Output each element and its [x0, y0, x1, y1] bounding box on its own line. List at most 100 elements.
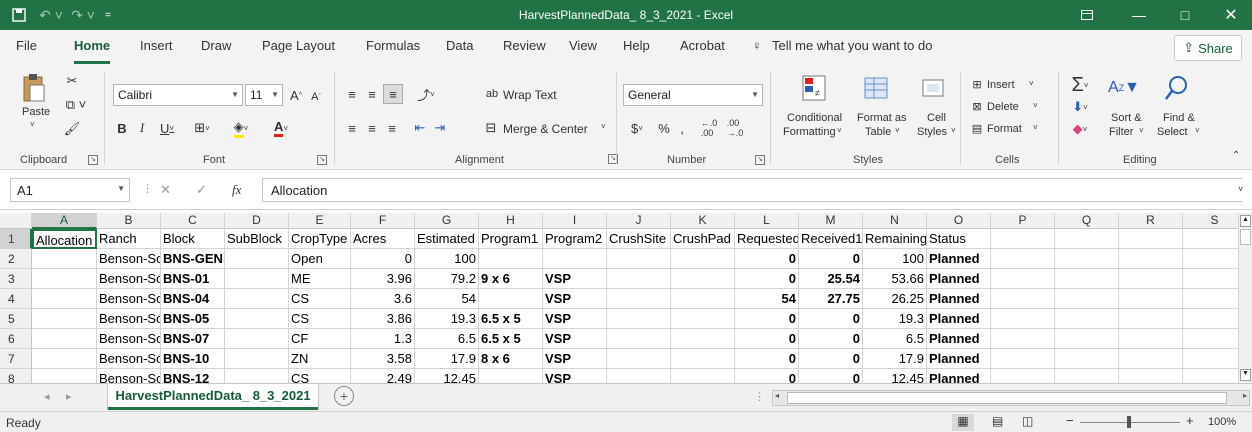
horizontal-scrollbar[interactable]: ◂ ▸ [772, 390, 1250, 406]
cell-m2[interactable]: 0 [799, 249, 863, 269]
cell-q6[interactable] [1055, 329, 1119, 349]
cell-k4[interactable] [671, 289, 735, 309]
cell-i3[interactable]: VSP [543, 269, 607, 289]
cell-h4[interactable] [479, 289, 543, 309]
row-header[interactable]: 1 [0, 229, 32, 249]
cell-q4[interactable] [1055, 289, 1119, 309]
cell-f7[interactable]: 3.58 [351, 349, 415, 369]
cell-n5[interactable]: 19.3 [863, 309, 927, 329]
cell-d7[interactable] [225, 349, 289, 369]
zoom-out-icon[interactable]: − [1066, 413, 1074, 428]
cell-n1[interactable]: Remaining [863, 229, 927, 249]
cell-b8[interactable]: Benson-Sonoma [97, 369, 161, 383]
cell-i8[interactable]: VSP [543, 369, 607, 383]
cell-g1[interactable]: Estimated [415, 229, 479, 249]
cell-j8[interactable] [607, 369, 671, 383]
merge-center-button[interactable]: Merge & Center [503, 122, 588, 136]
cell-b7[interactable]: Benson-Sonoma [97, 349, 161, 369]
cell-g4[interactable]: 54 [415, 289, 479, 309]
cell-i2[interactable] [543, 249, 607, 269]
paste-dropdown-icon[interactable]: ˅ [30, 120, 35, 129]
cell-a5[interactable] [32, 309, 97, 329]
vertical-scrollbar[interactable]: ▲ ▼ [1238, 213, 1252, 383]
undo-icon[interactable]: ↶ ˅ [36, 0, 66, 30]
cell-a6[interactable] [32, 329, 97, 349]
row-header[interactable]: 7 [0, 349, 32, 369]
column-header-i[interactable]: I [543, 213, 607, 229]
cell-f8[interactable]: 2.49 [351, 369, 415, 383]
cell-c5[interactable]: BNS-05 [161, 309, 225, 329]
cell-q7[interactable] [1055, 349, 1119, 369]
percent-icon[interactable]: % [655, 118, 673, 138]
cell-b3[interactable]: Benson-Sonoma [97, 269, 161, 289]
cell-r7[interactable] [1119, 349, 1183, 369]
scroll-thumb[interactable] [1240, 229, 1251, 245]
cell-p5[interactable] [991, 309, 1055, 329]
cell-s8[interactable] [1183, 369, 1238, 383]
cell-s7[interactable] [1183, 349, 1238, 369]
autosum-icon[interactable]: Σ ˅ [1065, 74, 1095, 96]
close-button[interactable]: ✕ [1208, 0, 1252, 30]
cell-r4[interactable] [1119, 289, 1183, 309]
page-break-view-icon[interactable]: ◫ [1022, 414, 1033, 428]
tab-acrobat[interactable]: Acrobat [680, 38, 725, 60]
tab-split-grip-icon[interactable]: ⋮ [754, 390, 765, 403]
redo-icon[interactable]: ↷ ˅ [68, 0, 98, 30]
cell-l1[interactable]: Requested [735, 229, 799, 249]
align-top-icon[interactable]: ≡ [343, 84, 361, 104]
tab-insert[interactable]: Insert [140, 38, 173, 60]
cell-p4[interactable] [991, 289, 1055, 309]
cell-s3[interactable] [1183, 269, 1238, 289]
merge-dropdown-icon[interactable]: ˅ [601, 122, 606, 131]
column-header-q[interactable]: Q [1055, 213, 1119, 229]
cell-e6[interactable]: CF [289, 329, 351, 349]
row-header[interactable]: 8 [0, 369, 32, 383]
cell-e2[interactable]: Open [289, 249, 351, 269]
cell-b4[interactable]: Benson-Sonoma [97, 289, 161, 309]
cell-h8[interactable] [479, 369, 543, 383]
cell-h6[interactable]: 6.5 x 5 [479, 329, 543, 349]
tab-draw[interactable]: Draw [201, 38, 231, 60]
delete-cells-button[interactable]: Delete [987, 101, 1019, 113]
copy-icon[interactable]: ⧉ ˅ [62, 96, 90, 114]
cell-d2[interactable] [225, 249, 289, 269]
column-header-g[interactable]: G [415, 213, 479, 229]
cell-s1[interactable] [1183, 229, 1238, 249]
tab-review[interactable]: Review [503, 38, 546, 60]
cell-e5[interactable]: CS [289, 309, 351, 329]
name-box[interactable]: A1 ▼ [10, 178, 130, 202]
cell-a2[interactable] [32, 249, 97, 269]
cell-p3[interactable] [991, 269, 1055, 289]
comma-icon[interactable]: , [675, 118, 689, 138]
share-button[interactable]: ⇪ Share [1174, 35, 1242, 61]
cell-m4[interactable]: 27.75 [799, 289, 863, 309]
cell-h5[interactable]: 6.5 x 5 [479, 309, 543, 329]
ribbon-display-icon[interactable] [1064, 0, 1110, 30]
cell-n2[interactable]: 100 [863, 249, 927, 269]
cell-a8[interactable] [32, 369, 97, 383]
cut-icon[interactable]: ✂ [62, 72, 82, 90]
cell-c2[interactable]: BNS-GEN [161, 249, 225, 269]
cell-r1[interactable] [1119, 229, 1183, 249]
cell-r5[interactable] [1119, 309, 1183, 329]
align-left-icon[interactable]: ≡ [343, 118, 361, 138]
cell-i5[interactable]: VSP [543, 309, 607, 329]
cell-n3[interactable]: 53.66 [863, 269, 927, 289]
number-launcher-icon[interactable]: ↘ [755, 155, 765, 165]
tab-help[interactable]: Help [623, 38, 650, 60]
cell-s4[interactable] [1183, 289, 1238, 309]
cell-g6[interactable]: 6.5 [415, 329, 479, 349]
cell-h7[interactable]: 8 x 6 [479, 349, 543, 369]
number-format-select[interactable]: General ▼ [623, 84, 763, 106]
column-header-h[interactable]: H [479, 213, 543, 229]
column-header-c[interactable]: C [161, 213, 225, 229]
increase-font-icon[interactable]: A ^ [287, 85, 305, 105]
orientation-icon[interactable]: ⤴ ˅ [411, 84, 441, 104]
cell-p1[interactable] [991, 229, 1055, 249]
cell-j7[interactable] [607, 349, 671, 369]
cell-k3[interactable] [671, 269, 735, 289]
cell-j5[interactable] [607, 309, 671, 329]
tab-home[interactable]: Home [74, 38, 111, 64]
scroll-right-icon[interactable]: ▸ [1243, 391, 1247, 400]
column-header-f[interactable]: F [351, 213, 415, 229]
